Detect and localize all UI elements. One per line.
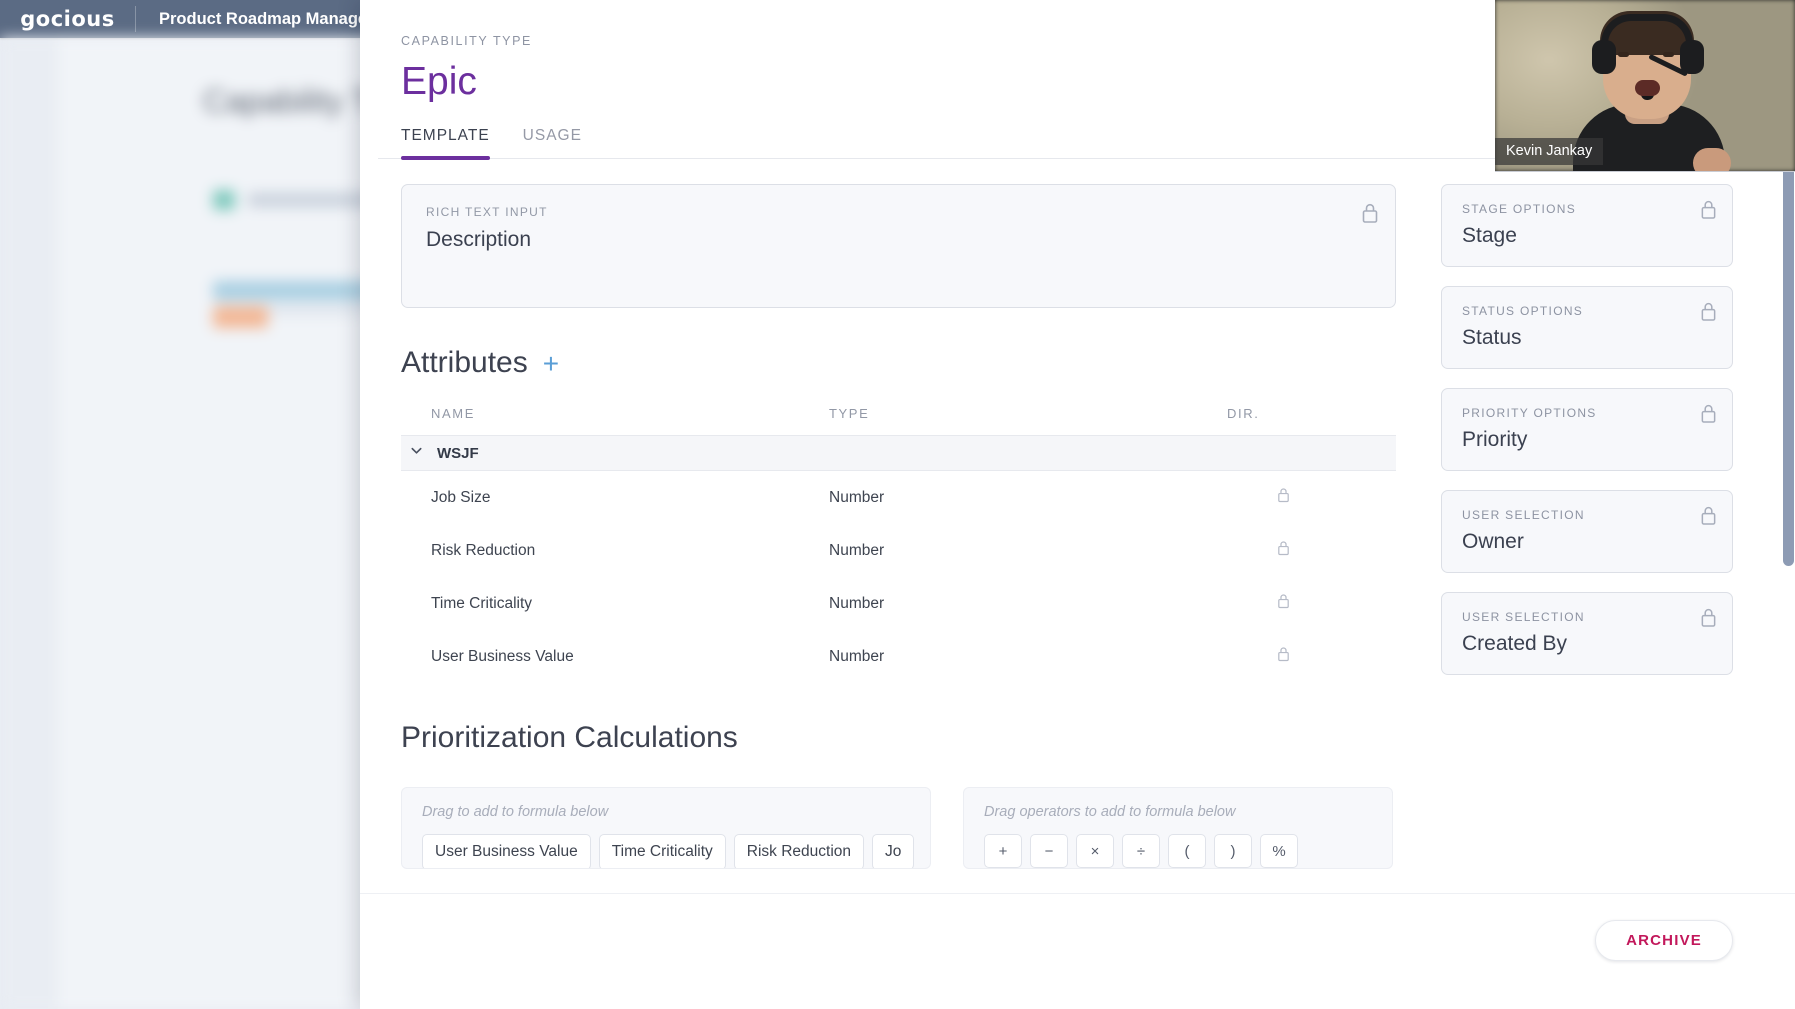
side-card-priority[interactable]: PRIORITY OPTIONS Priority [1441, 388, 1733, 471]
formula-builder: Drag to add to formula below User Busine… [401, 787, 1396, 869]
attribute-dir [1227, 540, 1337, 561]
attribute-name: Risk Reduction [431, 541, 536, 559]
chevron-down-icon[interactable] [409, 443, 424, 463]
table-row[interactable]: Risk Reduction Number [401, 524, 1396, 577]
side-card-created-by[interactable]: USER SELECTION Created By [1441, 592, 1733, 675]
video-person-eye-right [1663, 52, 1674, 57]
side-card-type: STAGE OPTIONS [1462, 202, 1577, 216]
side-card-owner[interactable]: USER SELECTION Owner [1441, 490, 1733, 573]
lock-icon [1700, 199, 1717, 225]
attribute-group-row-wsjf[interactable]: WSJF [401, 435, 1396, 471]
headset-earcup-right-icon [1680, 40, 1704, 74]
screen: gocious Product Roadmap Manage Capabilit… [0, 0, 1795, 1009]
column-header-dir: DIR. [1227, 406, 1260, 421]
main-column: RICH TEXT INPUT Description Attributes +… [401, 184, 1396, 869]
rich-text-input-card[interactable]: RICH TEXT INPUT Description [401, 184, 1396, 308]
attribute-name: Job Size [431, 488, 491, 506]
side-card-status[interactable]: STATUS OPTIONS Status [1441, 286, 1733, 369]
side-card-label: Stage [1462, 224, 1517, 247]
lock-icon [1277, 487, 1290, 508]
side-card-label: Owner [1462, 530, 1524, 553]
modal-scrollbar-thumb[interactable] [1783, 166, 1794, 566]
formula-attribute-chip[interactable]: Jo [872, 834, 915, 868]
lock-icon [1361, 202, 1379, 224]
table-row[interactable]: Time Criticality Number [401, 577, 1396, 630]
table-row[interactable]: User Business Value Number [401, 630, 1396, 683]
archive-button[interactable]: ARCHIVE [1595, 920, 1733, 961]
lock-icon [1700, 607, 1717, 633]
prioritization-heading: Prioritization Calculations [401, 721, 738, 754]
attribute-type: Number [829, 594, 885, 612]
modal-footer: ARCHIVE [360, 893, 1795, 1009]
formula-attribute-chip[interactable]: User Business Value [422, 834, 591, 868]
video-participant-name: Kevin Jankay [1495, 138, 1604, 165]
attribute-type: Number [829, 488, 885, 506]
lock-icon [1700, 301, 1717, 327]
side-card-label: Priority [1462, 428, 1528, 451]
attributes-table: NAME TYPE DIR. WSJF Job Size Number Risk… [401, 406, 1396, 683]
tab-usage[interactable]: USAGE [523, 127, 582, 158]
column-header-type: TYPE [829, 406, 870, 421]
attribute-name: User Business Value [431, 647, 574, 665]
attribute-type: Number [829, 647, 885, 665]
lock-icon [1700, 403, 1717, 429]
side-card-type: USER SELECTION [1462, 508, 1585, 522]
attributes-table-header: NAME TYPE DIR. [401, 406, 1396, 435]
attribute-group-name: WSJF [437, 444, 479, 462]
rich-text-input-type: RICH TEXT INPUT [426, 205, 548, 219]
attribute-type: Number [829, 541, 885, 559]
formula-operator-chip[interactable]: % [1260, 834, 1298, 868]
lock-icon [1700, 505, 1717, 531]
formula-operator-chip[interactable]: + [984, 834, 1022, 868]
background-swatch [213, 190, 235, 210]
formula-operator-chip[interactable]: × [1076, 834, 1114, 868]
video-person-eye-left [1618, 52, 1629, 57]
formula-operator-chip[interactable]: ÷ [1122, 834, 1160, 868]
side-card-stage[interactable]: STAGE OPTIONS Stage [1441, 184, 1733, 267]
table-row[interactable]: Job Size Number [401, 471, 1396, 524]
side-card-type: PRIORITY OPTIONS [1462, 406, 1597, 420]
plus-icon[interactable]: + [543, 350, 559, 378]
video-participant-tile[interactable]: Kevin Jankay [1495, 0, 1795, 172]
headset-earcup-left-icon [1592, 40, 1616, 74]
formula-attribute-chip[interactable]: Risk Reduction [733, 834, 865, 868]
attributes-heading: Attributes [401, 346, 528, 379]
lock-icon [1277, 646, 1290, 667]
background-chip [213, 306, 268, 328]
side-column: STAGE OPTIONS Stage STATUS OPTIONS Statu… [1441, 184, 1733, 869]
video-person-hand [1693, 148, 1731, 171]
formula-operators-hint: Drag operators to add to formula below [984, 804, 1236, 820]
rich-text-input-label: Description [426, 228, 532, 251]
lock-icon [1277, 593, 1290, 614]
side-card-label: Created By [1462, 632, 1568, 655]
formula-attribute-chip[interactable]: Time Criticality [598, 834, 726, 868]
formula-attributes-hint: Drag to add to formula below [422, 804, 609, 820]
side-card-type: STATUS OPTIONS [1462, 304, 1584, 318]
attribute-name: Time Criticality [431, 594, 533, 612]
attribute-dir [1227, 646, 1337, 667]
attributes-section-header: Attributes + [401, 346, 1396, 380]
side-card-type: USER SELECTION [1462, 610, 1585, 624]
formula-operator-chip[interactable]: − [1030, 834, 1068, 868]
gocious-logo[interactable]: gocious [0, 7, 135, 31]
column-header-name: NAME [431, 406, 475, 421]
attribute-dir [1227, 487, 1337, 508]
formula-operators-panel[interactable]: Drag operators to add to formula below +… [963, 787, 1393, 869]
headset-band-icon [1601, 14, 1693, 44]
side-card-label: Status [1462, 326, 1522, 349]
formula-operator-chip[interactable]: ) [1214, 834, 1252, 868]
video-person-mouth [1635, 80, 1660, 96]
formula-operator-chip[interactable]: ( [1168, 834, 1206, 868]
formula-attributes-panel[interactable]: Drag to add to formula below User Busine… [401, 787, 931, 869]
app-title: Product Roadmap Manage [159, 9, 368, 28]
tab-template[interactable]: TEMPLATE [401, 127, 490, 160]
lock-icon [1277, 540, 1290, 561]
attribute-dir [1227, 593, 1337, 614]
background-page-title: Capability T [203, 83, 372, 119]
